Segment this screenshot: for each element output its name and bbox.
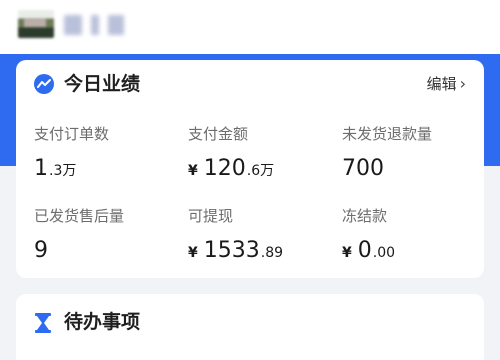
blurred-text bbox=[64, 14, 82, 35]
metric-value: 1 .3万 bbox=[34, 156, 184, 182]
blurred-text bbox=[108, 14, 125, 35]
card-title: 待办事项 bbox=[64, 311, 141, 333]
metric-label: 支付金额 bbox=[188, 125, 249, 143]
metric-number: 9 bbox=[34, 238, 48, 263]
metric-unit: .00 bbox=[372, 245, 396, 261]
metric-value: ¥ 120 .6万 bbox=[188, 156, 338, 182]
metric-withdrawable[interactable]: 可提现 ¥ 1533 .89 bbox=[188, 206, 338, 264]
today-performance-card: 今日业绩 编辑 › 支付订单数 1 .3万 支付金额 ¥ 120 .6万 未发货… bbox=[16, 60, 484, 278]
metric-label: 冻结款 bbox=[342, 207, 388, 225]
todo-card: 待办事项 bbox=[16, 294, 484, 360]
blurred-text bbox=[91, 14, 100, 35]
currency-symbol: ¥ bbox=[188, 163, 198, 179]
metric-value: 9 bbox=[34, 238, 184, 264]
card-header: 今日业绩 编辑 › bbox=[34, 72, 466, 98]
metric-number: 1 bbox=[34, 156, 48, 181]
metric-unit: .89 bbox=[260, 245, 284, 261]
metric-shipped-aftersales[interactable]: 已发货售后量 9 bbox=[34, 206, 184, 264]
metric-label: 未发货退款量 bbox=[342, 125, 433, 143]
card-title: 今日业绩 bbox=[64, 73, 141, 95]
metric-number: 700 bbox=[342, 156, 384, 181]
shop-header bbox=[0, 0, 500, 54]
metric-label: 支付订单数 bbox=[34, 125, 110, 143]
metric-unshipped-refunds[interactable]: 未发货退款量 700 bbox=[342, 124, 492, 182]
metric-number: 0 bbox=[357, 238, 372, 263]
trend-chart-icon bbox=[34, 74, 54, 94]
metric-value: ¥ 0 .00 bbox=[342, 238, 492, 264]
chevron-right-icon: › bbox=[459, 74, 466, 93]
metric-unit: .6万 bbox=[246, 163, 275, 179]
metric-frozen-funds[interactable]: 冻结款 ¥ 0 .00 bbox=[342, 206, 492, 264]
metric-paid-orders[interactable]: 支付订单数 1 .3万 bbox=[34, 124, 184, 182]
edit-label: 编辑 bbox=[426, 75, 457, 93]
shop-name-blurred bbox=[64, 14, 128, 36]
avatar[interactable] bbox=[18, 10, 54, 38]
metric-unit: .3万 bbox=[49, 163, 77, 179]
currency-symbol: ¥ bbox=[342, 245, 352, 261]
metric-number: 1533 bbox=[203, 238, 260, 263]
metric-paid-amount[interactable]: 支付金额 ¥ 120 .6万 bbox=[188, 124, 338, 182]
edit-button[interactable]: 编辑 › bbox=[427, 74, 466, 94]
metric-label: 可提现 bbox=[188, 207, 234, 225]
metric-value: 700 bbox=[342, 156, 492, 182]
currency-symbol: ¥ bbox=[188, 245, 198, 261]
metric-label: 已发货售后量 bbox=[34, 207, 125, 225]
metric-value: ¥ 1533 .89 bbox=[188, 238, 338, 264]
hourglass-icon bbox=[34, 313, 52, 333]
metric-number: 120 bbox=[203, 156, 246, 181]
